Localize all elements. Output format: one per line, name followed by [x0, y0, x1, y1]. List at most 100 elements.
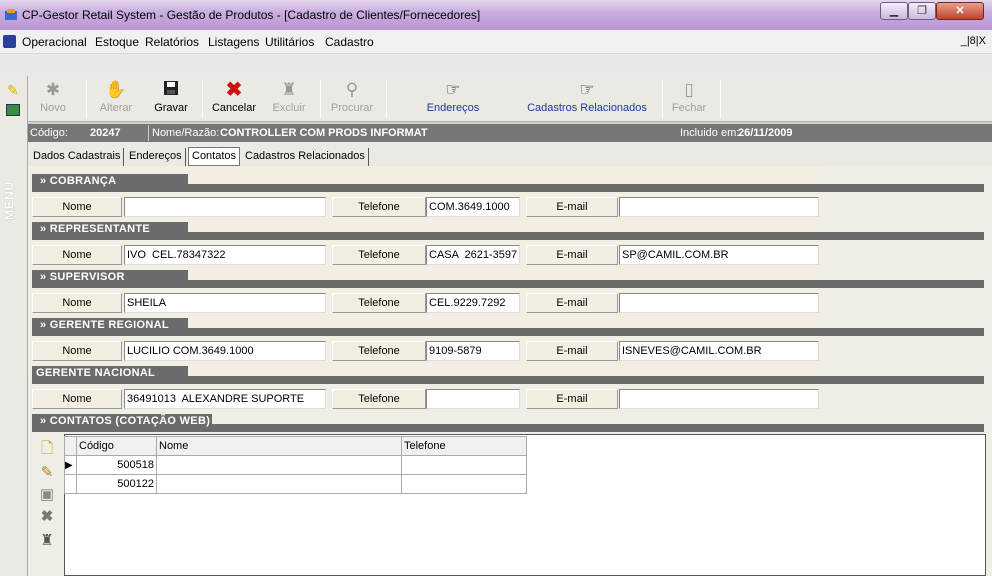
window-title: CP-Gestor Retail System - Gestão de Prod… [22, 8, 481, 22]
gerente-nacional-telefone-input[interactable] [426, 389, 520, 409]
gravar-button[interactable]: Gravar [150, 78, 192, 120]
gerente-regional-nome-input[interactable] [124, 341, 326, 361]
menu-operacional[interactable]: Operacional [22, 35, 87, 49]
left-menu-bar [0, 76, 28, 576]
incluido-value: 26/11/2009 [738, 127, 793, 139]
maximize-button[interactable]: ❐ [908, 2, 936, 20]
email-label: E-mail [526, 389, 618, 409]
toolbar-separator [386, 80, 387, 118]
novo-button[interactable]: ✱ Novo [32, 78, 74, 120]
toolbar-separator [202, 80, 203, 118]
nome-cell[interactable] [156, 474, 402, 494]
grid-toolbar: 🗋 ✎ ▣ ✖ ♜ [34, 436, 60, 576]
tab-dados-cadastrais[interactable]: Dados Cadastrais [30, 148, 125, 166]
telefone-cell[interactable] [401, 455, 527, 475]
section-header-contatos-web: » CONTATOS (COTAÇÃO WEB) [32, 414, 984, 432]
menu-relatorios[interactable]: Relatórios [145, 35, 199, 49]
pointing-hand-icon: ☞ [445, 80, 461, 99]
procurar-button[interactable]: ⚲ Procurar [326, 78, 378, 120]
email-label: E-mail [526, 293, 618, 313]
column-codigo[interactable]: Código [76, 436, 157, 456]
cancelar-button[interactable]: ✖ Cancelar [208, 78, 260, 120]
supervisor-telefone-input[interactable] [426, 293, 520, 313]
column-telefone[interactable]: Telefone [401, 436, 527, 456]
toolbar-separator [86, 80, 87, 118]
gerente-regional-email-input[interactable] [619, 341, 819, 361]
x-icon: ✖ [225, 79, 243, 101]
supervisor-email-input[interactable] [619, 293, 819, 313]
telefone-label: Telefone [332, 341, 426, 361]
incluido-label: Incluido em: [680, 127, 740, 139]
close-button[interactable]: ✕ [936, 2, 984, 20]
telefone-label: Telefone [332, 293, 426, 313]
codigo-label: Código: [30, 127, 68, 139]
app-icon[interactable] [4, 8, 18, 22]
supervisor-nome-input[interactable] [124, 293, 326, 313]
codigo-cell[interactable]: 500518 [76, 455, 157, 475]
enderecos-button[interactable]: ☞ Endereços [420, 78, 486, 120]
table-row[interactable]: ▶ 500518 [64, 455, 527, 475]
contatos-table[interactable]: Código Nome Telefone ▶ 500518 500122 [64, 436, 527, 494]
column-nome[interactable]: Nome [156, 436, 402, 456]
nome-label: Nome [32, 197, 122, 217]
gerente-nacional-nome-input[interactable] [124, 389, 326, 409]
telefone-cell[interactable] [401, 474, 527, 494]
codigo-cell[interactable]: 500122 [76, 474, 157, 494]
minimize-button[interactable]: ▁ [880, 2, 908, 20]
cadastros-relacionados-button[interactable]: ☞ Cadastros Relacionados [524, 78, 650, 120]
pin-icon[interactable]: ✎ [7, 82, 19, 99]
nome-cell[interactable] [156, 455, 402, 475]
save-record-icon[interactable]: ▣ [38, 486, 56, 504]
row-indicator-header [64, 436, 77, 456]
section-header-gerente-nacional: GERENTE NACIONAL [32, 366, 984, 384]
pointing-hand-icon: ☞ [579, 80, 595, 99]
menu-cadastro[interactable]: Cadastro [325, 35, 374, 49]
section-header-cobranca: » COBRANÇA [32, 174, 984, 192]
cobranca-nome-input[interactable] [124, 197, 326, 217]
menu-estoque[interactable]: Estoque [95, 35, 139, 49]
excluir-button[interactable]: ♜ Excluir [266, 78, 312, 120]
codigo-value: 20247 [90, 127, 121, 139]
cobranca-telefone-input[interactable] [426, 197, 520, 217]
alterar-button[interactable]: ✋ Alterar [94, 78, 138, 120]
magnifier-icon: ⚲ [345, 80, 359, 99]
section-header-representante: » REPRESENTANTE [32, 222, 984, 240]
tab-cadastros-relacionados[interactable]: Cadastros Relacionados [242, 148, 369, 166]
hand-icon: ✋ [105, 80, 127, 99]
row-indicator [64, 474, 77, 494]
representante-nome-input[interactable] [124, 245, 326, 265]
telefone-label: Telefone [332, 245, 426, 265]
representante-email-input[interactable] [619, 245, 819, 265]
toolbar-separator [320, 80, 321, 118]
section-header-supervisor: » SUPERVISOR [32, 270, 984, 288]
nome-razao-value: CONTROLLER COM PRODS INFORMAT [220, 127, 428, 139]
current-row-indicator: ▶ [64, 455, 77, 475]
edit-record-icon[interactable]: ✎ [38, 464, 56, 482]
menu-vertical-label[interactable]: MENU [2, 160, 26, 220]
delete-record-icon[interactable]: ♜ [38, 532, 56, 550]
mdi-controls[interactable]: _|8|X [961, 35, 986, 47]
table-row[interactable]: 500122 [64, 474, 527, 494]
menu-listagens[interactable]: Listagens [208, 35, 259, 49]
nome-label: Nome [32, 389, 122, 409]
info-divider [148, 125, 149, 141]
new-record-icon[interactable]: 🗋 [38, 440, 56, 458]
tab-enderecos[interactable]: Endereços [126, 148, 186, 166]
nome-label: Nome [32, 245, 122, 265]
nav-icon[interactable] [6, 104, 20, 116]
email-label: E-mail [526, 245, 618, 265]
representante-telefone-input[interactable] [426, 245, 520, 265]
door-icon: ▯ [684, 80, 694, 99]
gerente-nacional-email-input[interactable] [619, 389, 819, 409]
gerente-regional-telefone-input[interactable] [426, 341, 520, 361]
mdi-window-icon[interactable] [3, 35, 16, 48]
fechar-button[interactable]: ▯ Fechar [668, 78, 710, 120]
tab-contatos[interactable]: Contatos [188, 147, 241, 166]
bug-icon: ✱ [45, 80, 61, 99]
menu-utilitarios[interactable]: Utilitários [265, 35, 314, 49]
cancel-record-icon[interactable]: ✖ [38, 508, 56, 526]
cobranca-email-input[interactable] [619, 197, 819, 217]
nome-label: Nome [32, 293, 122, 313]
table-header-row: Código Nome Telefone [64, 436, 527, 456]
email-label: E-mail [526, 341, 618, 361]
